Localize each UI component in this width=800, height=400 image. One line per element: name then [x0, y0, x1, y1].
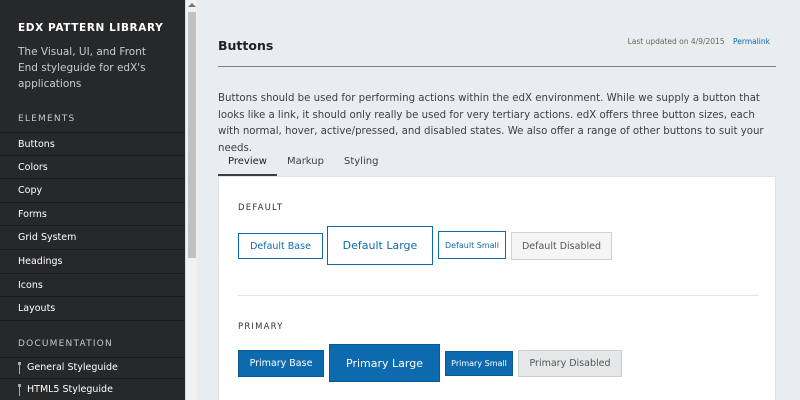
sidebar-item-general-styleguide[interactable]: General Styleguide [0, 357, 185, 379]
default-group-label: DEFAULT [238, 203, 284, 213]
primary-group-label: PRIMARY [238, 322, 284, 332]
sidebar-item-buttons[interactable]: Buttons [0, 132, 185, 156]
default-small-button[interactable]: Default Small [438, 231, 506, 259]
intro-paragraph: Buttons should be used for performing ac… [218, 93, 764, 154]
permalink-link[interactable]: Permalink [733, 37, 770, 46]
sidebar-header: EDX PATTERN LIBRARY The Visual, UI, and … [0, 0, 185, 92]
default-base-button[interactable]: Default Base [238, 233, 323, 259]
last-updated-text: Last updated on 4/9/2015 [627, 37, 725, 46]
tab-styling[interactable]: Styling [334, 150, 388, 176]
default-disabled-button: Default Disabled [511, 232, 612, 260]
elements-list: Buttons Colors Copy Forms Grid System He… [0, 132, 185, 321]
sidebar-item-icons[interactable]: Icons [0, 274, 185, 298]
elements-heading: ELEMENTS [18, 114, 76, 124]
section-divider [238, 295, 759, 296]
external-link-icon [18, 383, 22, 396]
sidebar-item-grid-system[interactable]: Grid System [0, 226, 185, 250]
documentation-nav: DOCUMENTATION General Styleguide HTML5 S… [0, 339, 185, 400]
preview-panel: DEFAULT Default Base Default Large Defau… [218, 176, 776, 400]
primary-disabled-button: Primary Disabled [518, 350, 622, 377]
sidebar-item-copy[interactable]: Copy [0, 179, 185, 203]
page-header: Buttons Last updated on 4/9/2015 Permali… [218, 0, 776, 67]
page-title: Buttons [218, 38, 274, 53]
documentation-list: General Styleguide HTML5 Styleguide [0, 357, 185, 400]
scroll-up-arrow-icon[interactable] [188, 3, 196, 7]
tab-preview[interactable]: Preview [218, 150, 277, 176]
primary-base-button[interactable]: Primary Base [238, 350, 324, 377]
sidebar-item-forms[interactable]: Forms [0, 203, 185, 227]
elements-nav: ELEMENTS Buttons Colors Copy Forms Grid … [0, 114, 185, 321]
external-link-icon [18, 362, 22, 374]
sidebar-item-label: HTML5 Styleguide [27, 383, 113, 395]
sidebar-item-colors[interactable]: Colors [0, 156, 185, 180]
sidebar-item-html5-styleguide[interactable]: HTML5 Styleguide [0, 379, 185, 400]
preview-tabs: Preview Markup Styling [218, 150, 388, 176]
main-content: Buttons Last updated on 4/9/2015 Permali… [218, 0, 776, 400]
sidebar-item-label: General Styleguide [27, 362, 118, 373]
tab-markup[interactable]: Markup [277, 150, 334, 176]
sidebar-item-headings[interactable]: Headings [0, 250, 185, 274]
documentation-heading: DOCUMENTATION [18, 339, 113, 349]
sidebar-scrollbar[interactable] [185, 0, 197, 400]
primary-small-button[interactable]: Primary Small [445, 351, 513, 376]
sidebar-item-layouts[interactable]: Layouts [0, 297, 185, 321]
last-updated: Last updated on 4/9/2015 Permalink [628, 37, 770, 46]
default-large-button[interactable]: Default Large [327, 226, 433, 265]
site-description: The Visual, UI, and Front End styleguide… [18, 46, 146, 90]
primary-large-button[interactable]: Primary Large [329, 344, 440, 382]
sidebar: EDX PATTERN LIBRARY The Visual, UI, and … [0, 0, 185, 400]
site-title[interactable]: EDX PATTERN LIBRARY [18, 22, 167, 34]
scroll-thumb[interactable] [188, 12, 196, 258]
